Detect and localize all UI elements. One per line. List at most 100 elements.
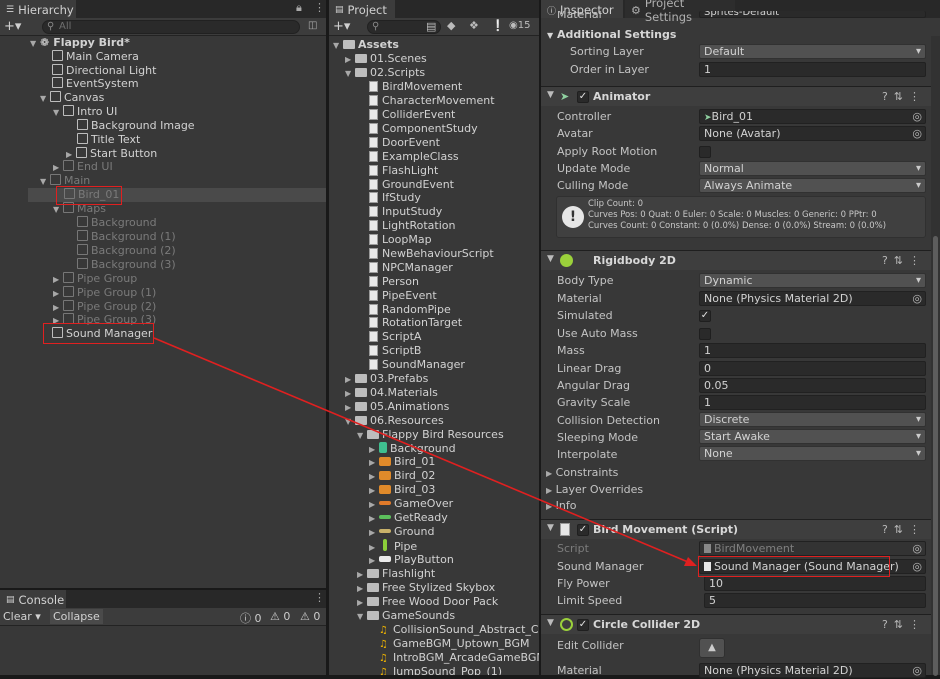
component-header-icons[interactable]: ?⇅⋮ bbox=[882, 523, 926, 536]
audio-item[interactable]: ♫ JumpSound_Pop_(1) bbox=[379, 665, 502, 675]
controller-field[interactable]: ➤Bird_01 bbox=[699, 109, 926, 124]
hierarchy-item[interactable]: Background Image bbox=[77, 119, 195, 133]
collapsed-arrow-icon[interactable]: ▶ bbox=[357, 582, 367, 596]
script-item[interactable]: ScriptA bbox=[369, 330, 421, 344]
foldout-arrow-icon[interactable]: ▼ bbox=[547, 523, 554, 533]
project-item[interactable]: ▶ Free Wood Door Pack bbox=[357, 595, 498, 609]
foldout-arrow-icon[interactable]: ▼ bbox=[547, 90, 554, 100]
sprite-item[interactable]: ▶ PlayButton bbox=[369, 553, 454, 567]
simulated-checkbox[interactable]: ✓ bbox=[699, 310, 711, 322]
expand-arrow-icon[interactable]: ▼ bbox=[40, 92, 50, 106]
script-item[interactable]: Person bbox=[369, 275, 419, 289]
sprite-item[interactable]: ▶ Bird_02 bbox=[369, 469, 435, 483]
project-item[interactable]: ▼ Flappy Bird Resources bbox=[357, 428, 504, 442]
lock-icon[interactable]: 🔒︎ bbox=[296, 1, 302, 15]
foldout-arrow-icon[interactable]: ▶ bbox=[546, 502, 552, 511]
script-item[interactable]: GroundEvent bbox=[369, 178, 454, 192]
avatar-field[interactable]: None (Avatar) bbox=[699, 126, 926, 141]
limit-speed-field[interactable]: 5 bbox=[704, 593, 926, 608]
tab-project[interactable]: ▤ Project bbox=[329, 0, 395, 18]
collapsed-arrow-icon[interactable]: ▶ bbox=[369, 484, 379, 498]
material-partial-field[interactable]: Sprites-Default bbox=[699, 11, 926, 18]
expand-arrow-icon[interactable]: ▼ bbox=[53, 106, 63, 120]
error-count-toggle[interactable]: ⚠ 0 bbox=[300, 610, 320, 623]
script-item[interactable]: LightRotation bbox=[369, 219, 455, 233]
hierarchy-search-input[interactable]: ⚲ All bbox=[42, 20, 300, 34]
hierarchy-item[interactable]: ▶ Start Button bbox=[66, 147, 157, 161]
tab-hierarchy[interactable]: ☰ Hierarchy bbox=[0, 0, 76, 18]
hierarchy-item[interactable]: Background (3) bbox=[77, 258, 176, 272]
info-foldout[interactable]: ▶ Info bbox=[546, 498, 581, 514]
hierarchy-item[interactable]: ▶ Pipe Group (1) bbox=[53, 286, 156, 300]
warning-count-toggle[interactable]: ⚠ 0 bbox=[270, 610, 290, 623]
add-object-button[interactable]: +▾ bbox=[4, 19, 21, 34]
collapsed-arrow-icon[interactable]: ▶ bbox=[369, 554, 379, 568]
script-item[interactable]: DoorEvent bbox=[369, 136, 440, 150]
sleeping-mode-dropdown[interactable]: Start Awake bbox=[699, 429, 926, 444]
edit-collider-button[interactable]: ▲ bbox=[699, 638, 725, 658]
hierarchy-item[interactable]: Background (2) bbox=[77, 244, 176, 258]
log-count-toggle[interactable]: ⓘ 0 bbox=[240, 610, 262, 626]
collapsed-arrow-icon[interactable]: ▶ bbox=[357, 596, 367, 610]
warning-filter-icon[interactable]: ❕ bbox=[491, 19, 505, 32]
bird-movement-enabled-checkbox[interactable]: ✓ bbox=[577, 524, 589, 536]
project-item[interactable]: ▶ 04.Materials bbox=[345, 386, 438, 400]
collapsed-arrow-icon[interactable]: ▶ bbox=[369, 498, 379, 512]
script-item[interactable]: ColliderEvent bbox=[369, 108, 455, 122]
component-header-icons[interactable]: ?⇅⋮ bbox=[882, 90, 926, 103]
bird-movement-header[interactable]: ▼ ✓ Bird Movement (Script) ?⇅⋮ bbox=[541, 519, 932, 539]
hierarchy-item[interactable]: Main Camera bbox=[52, 50, 139, 64]
project-item[interactable]: ▶ Free Stylized Skybox bbox=[357, 581, 495, 595]
apply-root-motion-checkbox[interactable] bbox=[699, 146, 711, 158]
collision-detection-dropdown[interactable]: Discrete bbox=[699, 412, 926, 427]
inspector-scrollbar[interactable] bbox=[931, 36, 940, 676]
foldout-arrow-icon[interactable]: ▼ bbox=[547, 618, 554, 628]
layer-overrides-foldout[interactable]: ▶ Layer Overrides bbox=[546, 482, 643, 498]
rigidbody2d-header[interactable]: ▼ Rigidbody 2D ?⇅⋮ bbox=[541, 250, 932, 270]
script-item[interactable]: NewBehaviourScript bbox=[369, 247, 494, 261]
animator-enabled-checkbox[interactable]: ✓ bbox=[577, 91, 589, 103]
gravity-scale-field[interactable]: 1 bbox=[699, 395, 926, 410]
interpolate-dropdown[interactable]: None bbox=[699, 446, 926, 461]
linear-drag-field[interactable]: 0 bbox=[699, 361, 926, 376]
collapsed-arrow-icon[interactable]: ▶ bbox=[345, 401, 355, 415]
hierarchy-item[interactable]: Title Text bbox=[77, 133, 140, 147]
sprite-item[interactable]: ▶ Pipe bbox=[369, 539, 417, 553]
circle-collider-header[interactable]: ▼ ✓ Circle Collider 2D ?⇅⋮ bbox=[541, 614, 932, 634]
circle-collider-enabled-checkbox[interactable]: ✓ bbox=[577, 619, 589, 631]
expand-arrow-icon[interactable]: ▼ bbox=[345, 415, 355, 429]
hierarchy-item[interactable]: ▼ Intro UI bbox=[53, 105, 117, 119]
project-item[interactable]: ▼ 06.Resources bbox=[345, 414, 444, 428]
kebab-menu-icon[interactable]: ⋮ bbox=[314, 1, 325, 14]
project-item[interactable]: ▼ GameSounds bbox=[357, 609, 455, 623]
hierarchy-item[interactable]: Background bbox=[77, 216, 157, 230]
collapsed-arrow-icon[interactable]: ▶ bbox=[53, 287, 63, 301]
tag-icon[interactable]: ❖ bbox=[469, 19, 479, 32]
hidden-packages-toggle[interactable]: ◉15 bbox=[509, 20, 530, 31]
script-item[interactable]: IfStudy bbox=[369, 191, 421, 205]
sprite-item[interactable]: ▶ Background bbox=[369, 442, 456, 456]
collapsed-arrow-icon[interactable]: ▶ bbox=[53, 273, 63, 287]
script-item[interactable]: LoopMap bbox=[369, 233, 432, 247]
mass-field[interactable]: 1 bbox=[699, 343, 926, 358]
collapsed-arrow-icon[interactable]: ▶ bbox=[345, 53, 355, 67]
script-item[interactable]: BirdMovement bbox=[369, 80, 462, 94]
foldout-arrow-icon[interactable]: ▼ bbox=[547, 31, 553, 40]
angular-drag-field[interactable]: 0.05 bbox=[699, 378, 926, 393]
search-by-type-icon[interactable]: ▤ bbox=[426, 20, 436, 33]
sprite-item[interactable]: ▶ Ground bbox=[369, 525, 434, 539]
collapse-button[interactable]: Collapse bbox=[50, 609, 103, 624]
animator-header[interactable]: ▼ ➤ ✓ Animator ?⇅⋮ bbox=[541, 86, 932, 106]
script-item[interactable]: CharacterMovement bbox=[369, 94, 495, 108]
sprite-item[interactable]: ▶ GameOver bbox=[369, 497, 453, 511]
scene-search-icon[interactable]: ◫ bbox=[308, 20, 317, 31]
audio-item[interactable]: ♫ IntroBGM_ArcadeGameBGM1 bbox=[379, 651, 539, 665]
update-mode-dropdown[interactable]: Normal bbox=[699, 161, 926, 176]
expand-arrow-icon[interactable]: ▼ bbox=[357, 429, 367, 443]
assets-root[interactable]: ▼ Assets bbox=[333, 38, 399, 52]
rb-material-field[interactable]: None (Physics Material 2D) bbox=[699, 291, 926, 306]
foldout-arrow-icon[interactable]: ▶ bbox=[546, 486, 552, 495]
kebab-menu-icon[interactable]: ⋮ bbox=[314, 591, 325, 604]
filter-by-label-icon[interactable]: ◆ bbox=[447, 19, 455, 32]
foldout-arrow-icon[interactable]: ▼ bbox=[547, 254, 554, 264]
